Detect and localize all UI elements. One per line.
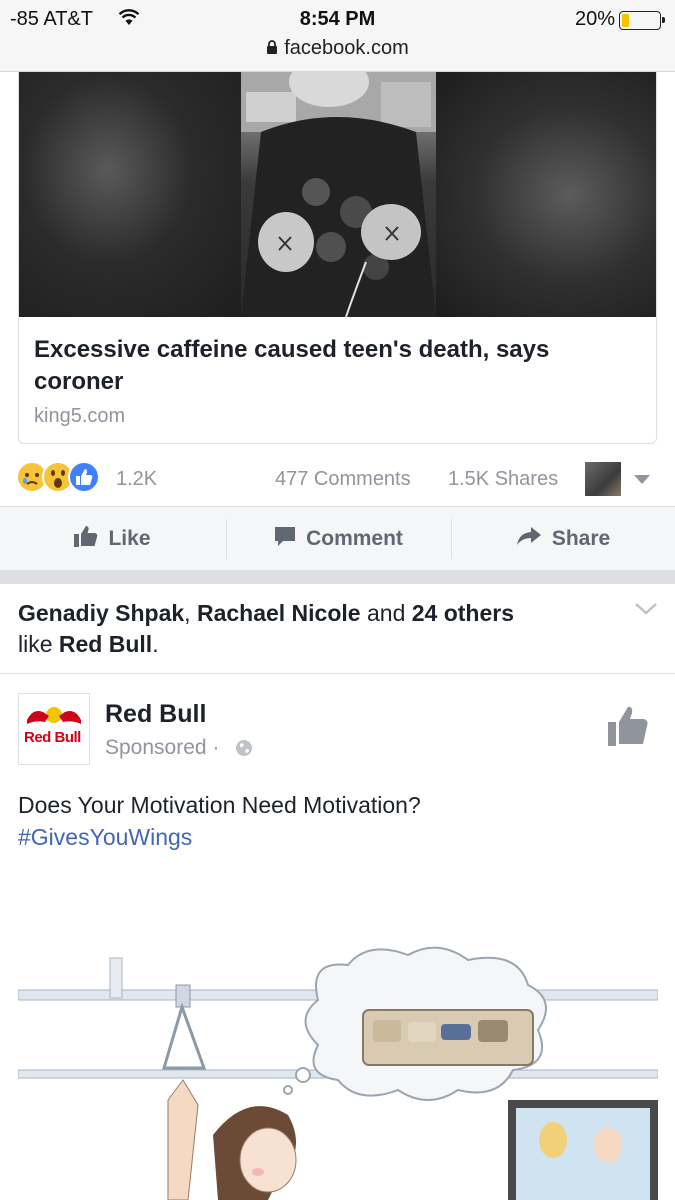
post-text: Does Your Motivation Need Motivation?: [18, 792, 421, 818]
logo-text: Red Bull: [24, 729, 81, 746]
feed-separator: [0, 570, 675, 584]
battery-icon: [619, 11, 665, 30]
page-name[interactable]: Red Bull: [105, 700, 206, 729]
url-text: facebook.com: [284, 37, 409, 59]
comment-icon: [274, 525, 306, 553]
battery-percent: 20%: [574, 8, 615, 30]
divider: [0, 673, 675, 674]
share-label: Share: [551, 527, 611, 550]
ad-illustration[interactable]: [18, 940, 658, 1200]
reaction-icons[interactable]: [16, 461, 106, 495]
friend-link[interactable]: Genadiy Shpak: [18, 600, 184, 626]
page-link[interactable]: Red Bull: [59, 631, 152, 657]
comment-count[interactable]: 477 Comments: [275, 468, 411, 491]
like-label: Like: [108, 527, 151, 550]
hashtag-link[interactable]: #GivesYouWings: [18, 821, 658, 853]
thumbs-up-icon: [74, 525, 108, 553]
clock: 8:54 PM: [299, 8, 376, 30]
share-arrow-icon: [516, 526, 552, 552]
address-bar[interactable]: facebook.com: [0, 37, 675, 61]
status-bar: -85 AT&T 8:54 PM 20% facebook.com: [0, 0, 675, 72]
globe-icon: [235, 739, 253, 762]
comment-button[interactable]: Comment: [226, 507, 451, 571]
like-page-icon[interactable]: [606, 704, 650, 753]
link-preview-image: [19, 72, 656, 317]
social-context: Genadiy Shpak, Rachael Nicole and 24 oth…: [18, 600, 515, 657]
red-bull-logo[interactable]: Red Bull: [18, 693, 90, 765]
action-bar: Like Comment Share: [0, 506, 675, 570]
link-domain: king5.com: [34, 405, 126, 427]
share-button[interactable]: Share: [451, 507, 675, 571]
like-button[interactable]: Like: [0, 507, 225, 571]
chevron-down-icon[interactable]: [634, 602, 658, 621]
share-count[interactable]: 1.5K Shares: [448, 468, 558, 491]
reaction-count[interactable]: 1.2K: [116, 468, 157, 491]
friend-link[interactable]: Rachael Nicole: [197, 600, 361, 626]
post-message: Does Your Motivation Need Motivation? #G…: [18, 789, 658, 853]
chevron-down-icon[interactable]: [634, 475, 650, 484]
lock-icon: [266, 38, 278, 61]
like-reaction-icon: [68, 461, 100, 493]
comment-label: Comment: [306, 527, 403, 550]
link-preview-card[interactable]: Excessive caffeine caused teen's death, …: [18, 72, 657, 444]
link-title[interactable]: Excessive caffeine caused teen's death, …: [34, 334, 634, 398]
avatar[interactable]: [585, 462, 621, 496]
others-link[interactable]: 24 others: [412, 600, 514, 626]
reactions-bar: 1.2K 477 Comments 1.5K Shares: [0, 455, 675, 503]
sponsored-label: Sponsored ·: [105, 736, 220, 759]
